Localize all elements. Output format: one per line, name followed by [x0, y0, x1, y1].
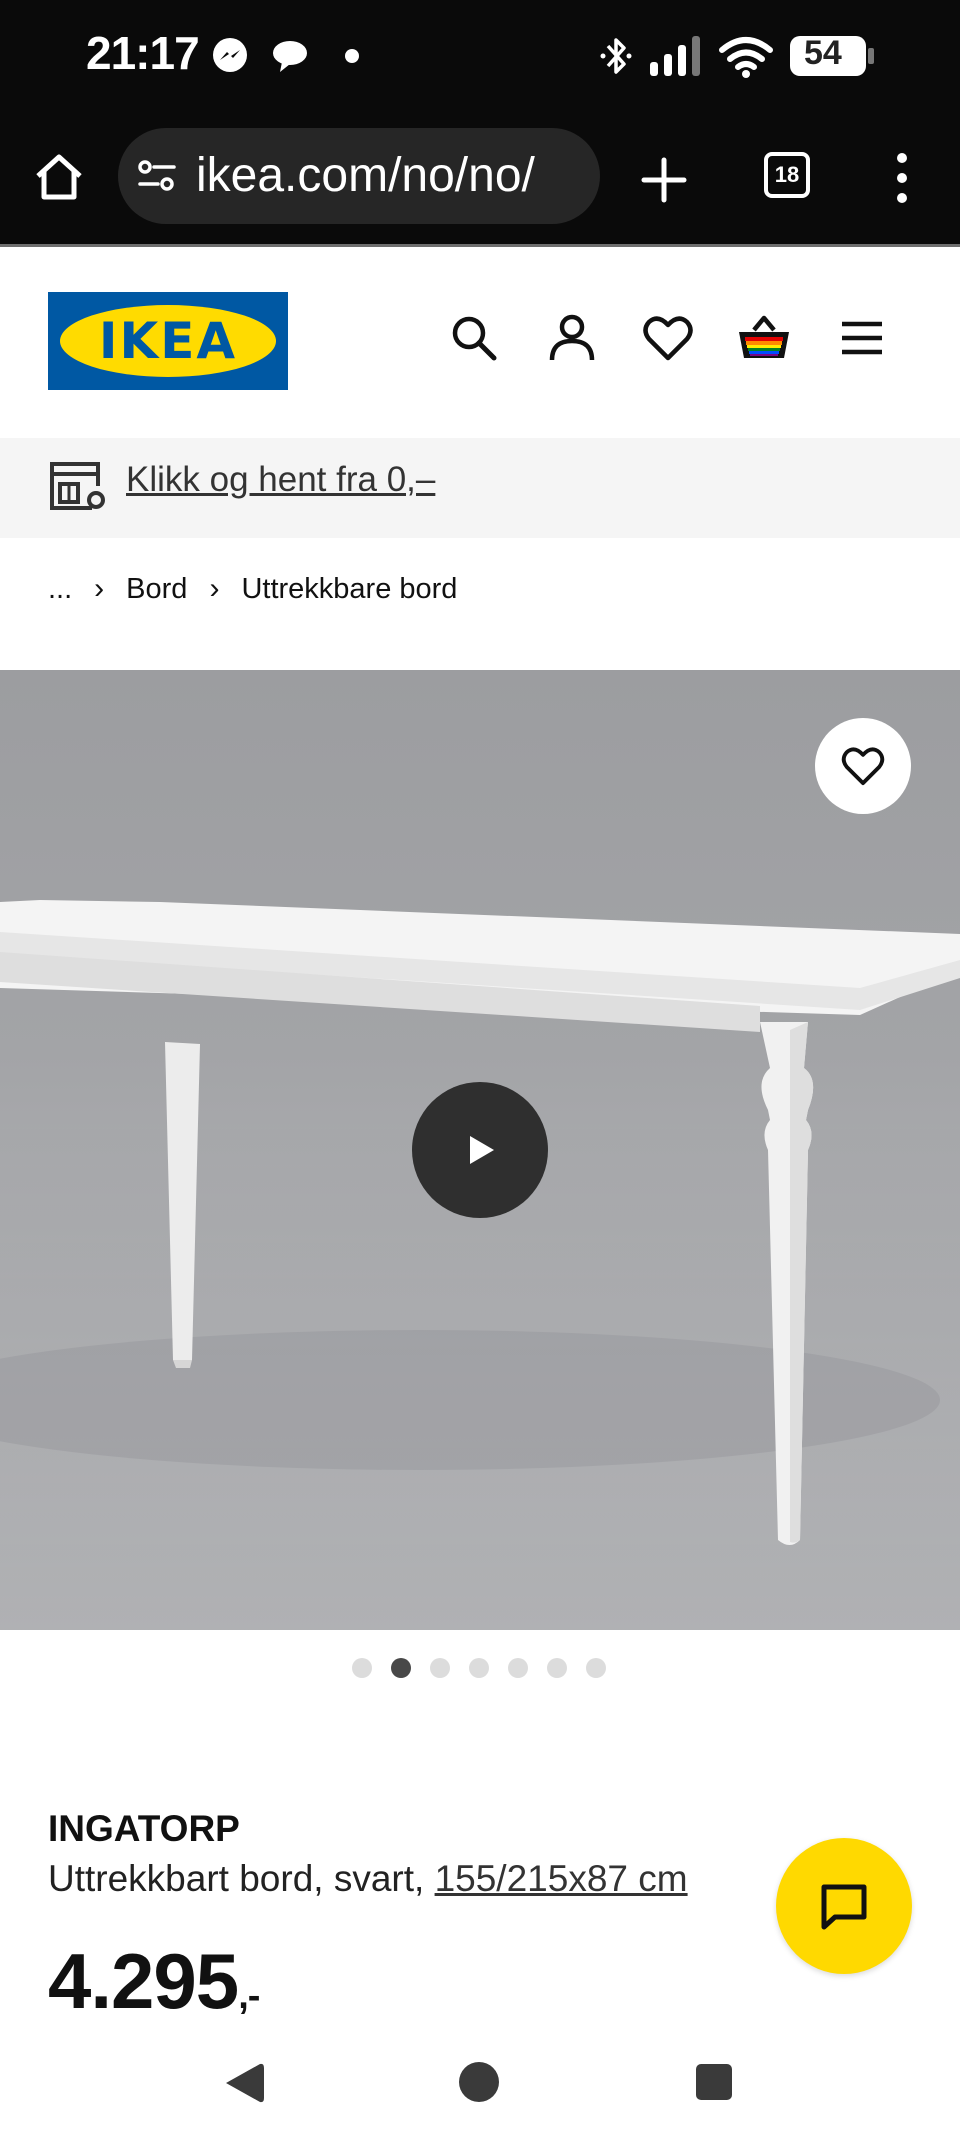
account-icon[interactable]	[544, 310, 600, 366]
chevron-right-icon: ›	[94, 572, 105, 605]
carousel-dot[interactable]	[547, 1658, 567, 1678]
site-settings-icon[interactable]	[136, 158, 178, 194]
messenger-icon	[213, 38, 247, 72]
chat-button[interactable]	[776, 1838, 912, 1974]
product-description: Uttrekkbart bord, svart, 155/215x87 cm	[48, 1858, 688, 1900]
breadcrumb: ... › Bord › Uttrekkbare bord	[48, 572, 457, 606]
home-icon[interactable]	[32, 150, 86, 204]
product-name: INGATORP	[48, 1808, 240, 1849]
breadcrumb-bord[interactable]: Bord	[126, 573, 187, 606]
product-price: 4.295,-	[48, 1936, 260, 2027]
pickup-link[interactable]: Klikk og hent fra 0,–	[126, 460, 435, 500]
breadcrumb-uttrekkbare-bord[interactable]: Uttrekkbare bord	[241, 573, 457, 606]
play-icon	[470, 1136, 494, 1164]
search-icon[interactable]	[446, 310, 502, 366]
chat-icon	[821, 1884, 867, 1930]
wifi-icon	[719, 37, 773, 78]
status-bar: 21:17 54	[0, 0, 960, 112]
carousel-dot[interactable]	[469, 1658, 489, 1678]
logo-text: IKEA	[98, 312, 238, 370]
carousel-dot[interactable]	[508, 1658, 528, 1678]
recents-icon[interactable]	[694, 2062, 734, 2102]
signal-icon	[650, 36, 700, 76]
add-to-favourites-button[interactable]	[815, 718, 911, 814]
pickup-banner[interactable]: Klikk og hent fra 0,–	[0, 438, 960, 538]
carousel-indicator[interactable]	[352, 1658, 606, 1678]
browser-toolbar: ikea.com/no/no/ 18	[0, 112, 960, 247]
new-tab-icon[interactable]	[640, 156, 688, 204]
more-menu-icon[interactable]	[888, 152, 916, 204]
carousel-dot-active[interactable]	[391, 1658, 411, 1678]
tabs-icon[interactable]: 18	[764, 152, 810, 198]
product-type-text: Uttrekkbart bord, svart,	[48, 1858, 435, 1899]
price-suffix: ,-	[238, 1975, 260, 2017]
store-icon	[50, 462, 105, 510]
dot-icon	[345, 49, 359, 63]
battery-level: 54	[804, 34, 842, 72]
product-dimensions-link[interactable]: 155/215x87 cm	[435, 1858, 688, 1899]
ikea-logo[interactable]: IKEA	[48, 292, 288, 390]
carousel-dot[interactable]	[586, 1658, 606, 1678]
url-text: ikea.com/no/no/	[196, 149, 535, 202]
favourite-heart-icon	[841, 747, 885, 786]
back-icon[interactable]	[222, 2060, 266, 2106]
carousel-dot[interactable]	[352, 1658, 372, 1678]
bluetooth-icon	[600, 38, 632, 74]
tab-count: 18	[774, 162, 800, 187]
menu-icon[interactable]	[834, 310, 890, 366]
price-value: 4.295	[48, 1937, 239, 2025]
breadcrumb-ellipsis[interactable]: ...	[48, 573, 72, 606]
chevron-right-icon: ›	[209, 572, 220, 605]
carousel-dot[interactable]	[430, 1658, 450, 1678]
basket-icon[interactable]	[736, 310, 792, 366]
address-bar[interactable]: ikea.com/no/no/	[118, 128, 600, 224]
product-image[interactable]	[0, 670, 960, 1630]
heart-icon[interactable]	[640, 310, 696, 366]
system-navigation-bar	[0, 2040, 960, 2137]
home-circle-icon[interactable]	[457, 2060, 501, 2104]
chat-bubble-icon	[273, 41, 307, 72]
play-video-button[interactable]	[412, 1082, 548, 1218]
logo-ellipse: IKEA	[60, 305, 276, 377]
clock: 21:17	[86, 27, 200, 79]
